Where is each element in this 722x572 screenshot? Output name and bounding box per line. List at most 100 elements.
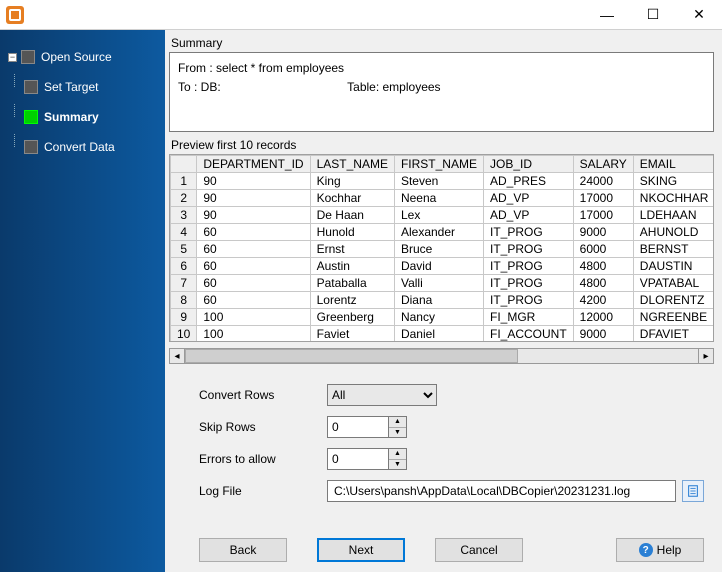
scroll-right-icon[interactable]: ▸ xyxy=(698,348,714,364)
table-row[interactable]: 860LorentzDianaIT_PROG4200DLORENTZ103 xyxy=(171,292,714,309)
table-cell: IT_PROG xyxy=(483,241,573,258)
spin-up-icon[interactable]: ▲ xyxy=(389,417,406,428)
horizontal-scrollbar[interactable]: ◂ ▸ xyxy=(169,348,714,364)
sidebar-item-convert-data[interactable]: Convert Data xyxy=(0,134,165,160)
row-number-cell: 7 xyxy=(171,275,197,292)
table-cell: King xyxy=(310,173,394,190)
table-row[interactable]: 660AustinDavidIT_PROG4800DAUSTIN103 xyxy=(171,258,714,275)
spin-down-icon[interactable]: ▼ xyxy=(389,460,406,470)
preview-table-container: DEPARTMENT_IDLAST_NAMEFIRST_NAMEJOB_IDSA… xyxy=(169,154,714,342)
table-cell: Nancy xyxy=(394,309,483,326)
spin-down-icon[interactable]: ▼ xyxy=(389,428,406,438)
log-file-label: Log File xyxy=(199,484,319,498)
next-button[interactable]: Next xyxy=(317,538,405,562)
column-header[interactable]: EMAIL xyxy=(633,156,713,173)
row-number-cell: 5 xyxy=(171,241,197,258)
log-file-input[interactable] xyxy=(327,480,676,502)
back-button[interactable]: Back xyxy=(199,538,287,562)
table-cell: 4800 xyxy=(573,258,633,275)
table-row[interactable]: 460HunoldAlexanderIT_PROG9000AHUNOLD102 xyxy=(171,224,714,241)
table-cell: Kochhar xyxy=(310,190,394,207)
table-cell: Diana xyxy=(394,292,483,309)
table-cell: Bruce xyxy=(394,241,483,258)
table-row[interactable]: 290KochharNeenaAD_VP17000NKOCHHAR100 xyxy=(171,190,714,207)
sidebar-item-label: Convert Data xyxy=(44,140,115,154)
column-header[interactable]: DEPARTMENT_ID xyxy=(197,156,310,173)
table-cell: 17000 xyxy=(573,190,633,207)
table-cell: AHUNOLD xyxy=(633,224,713,241)
summary-heading: Summary xyxy=(171,36,714,50)
errors-allow-spinner[interactable]: ▲ ▼ xyxy=(327,448,407,470)
main-panel: Summary From : select * from employees T… xyxy=(165,30,722,572)
help-button[interactable]: ? Help xyxy=(616,538,704,562)
table-cell: 17000 xyxy=(573,207,633,224)
sidebar-item-label: Set Target xyxy=(44,80,98,94)
document-icon xyxy=(686,484,700,498)
errors-allow-input[interactable] xyxy=(328,449,388,469)
step-icon xyxy=(24,80,38,94)
table-cell: Ernst xyxy=(310,241,394,258)
table-cell: IT_PROG xyxy=(483,275,573,292)
close-button[interactable]: ✕ xyxy=(676,0,722,30)
preview-table-scroll[interactable]: DEPARTMENT_IDLAST_NAMEFIRST_NAMEJOB_IDSA… xyxy=(170,155,713,341)
step-icon xyxy=(21,50,35,64)
row-number-cell: 3 xyxy=(171,207,197,224)
skip-rows-input[interactable] xyxy=(328,417,388,437)
preview-table: DEPARTMENT_IDLAST_NAMEFIRST_NAMEJOB_IDSA… xyxy=(170,155,713,341)
table-cell: 100 xyxy=(197,326,310,342)
sidebar-item-set-target[interactable]: Set Target xyxy=(0,74,165,100)
table-row[interactable]: 390De HaanLexAD_VP17000LDEHAAN100 xyxy=(171,207,714,224)
browse-log-button[interactable] xyxy=(682,480,704,502)
table-cell: Hunold xyxy=(310,224,394,241)
table-row[interactable]: 190KingStevenAD_PRES24000SKINGnull xyxy=(171,173,714,190)
table-cell: Lorentz xyxy=(310,292,394,309)
table-cell: Daniel xyxy=(394,326,483,342)
table-cell: 90 xyxy=(197,207,310,224)
errors-allow-label: Errors to allow xyxy=(199,452,319,466)
table-cell: DLORENTZ xyxy=(633,292,713,309)
app-icon xyxy=(6,6,24,24)
table-cell: BERNST xyxy=(633,241,713,258)
cancel-button[interactable]: Cancel xyxy=(435,538,523,562)
table-row[interactable]: 9100GreenbergNancyFI_MGR12000NGREENBE101 xyxy=(171,309,714,326)
maximize-button[interactable]: ☐ xyxy=(630,0,676,30)
column-header[interactable]: LAST_NAME xyxy=(310,156,394,173)
skip-rows-spinner[interactable]: ▲ ▼ xyxy=(327,416,407,438)
table-cell: Austin xyxy=(310,258,394,275)
table-cell: 60 xyxy=(197,292,310,309)
sidebar-item-label: Open Source xyxy=(41,50,112,64)
table-cell: DAUSTIN xyxy=(633,258,713,275)
table-cell: AD_VP xyxy=(483,207,573,224)
table-cell: 90 xyxy=(197,173,310,190)
column-header[interactable]: JOB_ID xyxy=(483,156,573,173)
table-row[interactable]: 560ErnstBruceIT_PROG6000BERNST103 xyxy=(171,241,714,258)
row-number-cell: 10 xyxy=(171,326,197,342)
spin-up-icon[interactable]: ▲ xyxy=(389,449,406,460)
table-cell: AD_VP xyxy=(483,190,573,207)
scroll-left-icon[interactable]: ◂ xyxy=(169,348,185,364)
table-cell: 4200 xyxy=(573,292,633,309)
table-cell: FI_ACCOUNT xyxy=(483,326,573,342)
table-row[interactable]: 10100FavietDanielFI_ACCOUNT9000DFAVIET10… xyxy=(171,326,714,342)
sidebar-item-summary[interactable]: Summary xyxy=(0,104,165,130)
table-cell: 6000 xyxy=(573,241,633,258)
tree-collapse-icon[interactable]: − xyxy=(8,53,17,62)
minimize-button[interactable]: — xyxy=(584,0,630,30)
table-cell: 12000 xyxy=(573,309,633,326)
column-header[interactable]: SALARY xyxy=(573,156,633,173)
table-cell: 60 xyxy=(197,241,310,258)
convert-rows-select[interactable]: All xyxy=(327,384,437,406)
table-row[interactable]: 760PataballaValliIT_PROG4800VPATABAL103 xyxy=(171,275,714,292)
sidebar-item-open-source[interactable]: − Open Source xyxy=(0,44,165,70)
table-cell: Alexander xyxy=(394,224,483,241)
table-cell: NKOCHHAR xyxy=(633,190,713,207)
column-header[interactable]: FIRST_NAME xyxy=(394,156,483,173)
table-cell: AD_PRES xyxy=(483,173,573,190)
table-cell: VPATABAL xyxy=(633,275,713,292)
skip-rows-label: Skip Rows xyxy=(199,420,319,434)
table-cell: 24000 xyxy=(573,173,633,190)
scroll-thumb[interactable] xyxy=(185,349,518,363)
table-cell: Valli xyxy=(394,275,483,292)
table-cell: IT_PROG xyxy=(483,258,573,275)
scroll-track[interactable] xyxy=(185,348,698,364)
